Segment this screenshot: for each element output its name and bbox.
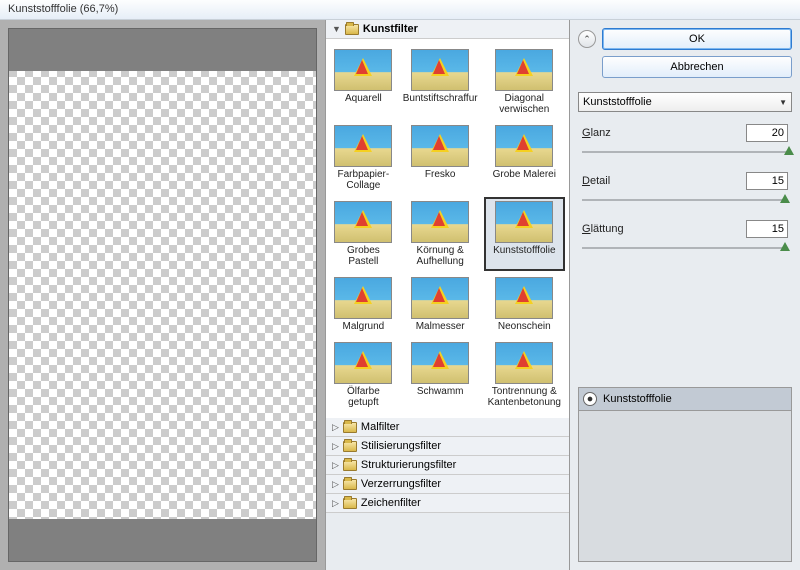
thumb-image xyxy=(334,49,392,91)
thumb-label: Farbpapier-Collage xyxy=(334,169,393,191)
thumb-label: Grobe Malerei xyxy=(488,169,561,180)
thumb-image xyxy=(495,342,553,384)
param-slider[interactable] xyxy=(582,194,788,206)
triangle-right-icon: ▷ xyxy=(332,479,339,490)
thumb-label: Malgrund xyxy=(334,321,393,332)
category-collapsed[interactable]: ▷ Malfilter xyxy=(326,418,569,437)
filter-gallery: ▼ Kunstfilter Aquarell Buntstiftschraffur… xyxy=(325,20,570,570)
category-collapsed[interactable]: ▷ Strukturierungsfilter xyxy=(326,456,569,475)
filter-thumb[interactable]: Grobe Malerei xyxy=(484,121,565,195)
filter-thumb[interactable]: Aquarell xyxy=(330,45,397,119)
thumb-label: Kunststofffolie xyxy=(488,245,561,256)
thumb-label: Ölfarbe getupft xyxy=(334,386,393,408)
window-title: Kunststofffolie (66,7%) xyxy=(0,0,800,20)
param-slider[interactable] xyxy=(582,242,788,254)
thumb-image xyxy=(411,49,469,91)
filter-thumb[interactable]: Malmesser xyxy=(399,273,482,336)
triangle-right-icon: ▷ xyxy=(332,441,339,452)
thumb-image xyxy=(411,201,469,243)
thumb-image xyxy=(411,277,469,319)
triangle-down-icon: ▼ xyxy=(332,24,341,34)
param-label: Glanz xyxy=(582,127,746,139)
filter-thumb[interactable]: Farbpapier-Collage xyxy=(330,121,397,195)
param-input[interactable] xyxy=(746,124,788,142)
thumb-image xyxy=(411,342,469,384)
folder-icon xyxy=(343,498,357,509)
param-row: Glanz xyxy=(578,124,792,142)
dropdown-value: Kunststofffolie xyxy=(583,96,652,108)
cancel-button[interactable]: Abbrechen xyxy=(602,56,792,78)
thumb-label: Buntstiftschraffur xyxy=(403,93,478,104)
controls-pane: ⌃ OK Abbrechen Kunststofffolie ▼ Glanz De… xyxy=(570,20,800,570)
param-slider[interactable] xyxy=(582,146,788,158)
preview-canvas[interactable]: Sl xyxy=(8,28,317,562)
thumb-label: Grobes Pastell xyxy=(334,245,393,267)
param-row: Detail xyxy=(578,172,792,190)
filter-thumb[interactable]: Diagonal verwischen xyxy=(484,45,565,119)
triangle-right-icon: ▷ xyxy=(332,460,339,471)
filter-thumb[interactable]: Buntstiftschraffur xyxy=(399,45,482,119)
thumb-image xyxy=(495,125,553,167)
category-collapsed[interactable]: ▷ Stilisierungsfilter xyxy=(326,437,569,456)
filter-thumb[interactable]: Ölfarbe getupft xyxy=(330,338,397,412)
filter-thumb[interactable]: Malgrund xyxy=(330,273,397,336)
category-kunstfilter[interactable]: ▼ Kunstfilter xyxy=(326,20,569,39)
triangle-right-icon: ▷ xyxy=(332,498,339,509)
layer-row[interactable]: Kunststofffolie xyxy=(579,388,791,411)
filter-thumb[interactable]: Kunststofffolie xyxy=(484,197,565,271)
thumb-image xyxy=(495,201,553,243)
param-label: Detail xyxy=(582,175,746,187)
folder-icon xyxy=(343,441,357,452)
category-collapsed[interactable]: ▷ Zeichenfilter xyxy=(326,494,569,513)
preview-pane: Sl xyxy=(0,20,325,570)
thumb-label: Schwamm xyxy=(403,386,478,397)
param-label: Glättung xyxy=(582,223,746,235)
ok-button[interactable]: OK xyxy=(602,28,792,50)
folder-icon xyxy=(343,460,357,471)
thumb-image xyxy=(411,125,469,167)
param-input[interactable] xyxy=(746,172,788,190)
category-label: Zeichenfilter xyxy=(361,497,421,509)
filter-thumb[interactable]: Körnung & Aufhellung xyxy=(399,197,482,271)
filter-thumb[interactable]: Fresko xyxy=(399,121,482,195)
thumb-image xyxy=(334,342,392,384)
filter-thumb[interactable]: Schwamm xyxy=(399,338,482,412)
category-label: Verzerrungsfilter xyxy=(361,478,441,490)
folder-icon xyxy=(343,422,357,433)
thumb-image xyxy=(495,49,553,91)
thumb-label: Malmesser xyxy=(403,321,478,332)
param-row: Glättung xyxy=(578,220,792,238)
thumb-label: Körnung & Aufhellung xyxy=(403,245,478,267)
triangle-right-icon: ▷ xyxy=(332,422,339,433)
chevron-down-icon: ▼ xyxy=(779,98,787,107)
thumb-image xyxy=(495,277,553,319)
filter-thumb[interactable]: Grobes Pastell xyxy=(330,197,397,271)
thumb-label: Aquarell xyxy=(334,93,393,104)
thumb-image xyxy=(334,201,392,243)
thumb-image xyxy=(334,277,392,319)
thumb-label: Fresko xyxy=(403,169,478,180)
thumb-image xyxy=(334,125,392,167)
category-label: Strukturierungsfilter xyxy=(361,459,456,471)
collapse-button[interactable]: ⌃ xyxy=(578,30,596,48)
category-collapsed[interactable]: ▷ Verzerrungsfilter xyxy=(326,475,569,494)
folder-icon xyxy=(343,479,357,490)
thumb-label: Tontrennung & Kantenbetonung xyxy=(488,386,561,408)
folder-icon xyxy=(345,24,359,35)
category-label: Stilisierungsfilter xyxy=(361,440,441,452)
param-input[interactable] xyxy=(746,220,788,238)
category-label: Kunstfilter xyxy=(363,23,418,35)
category-label: Malfilter xyxy=(361,421,400,433)
effect-layers-panel: Kunststofffolie xyxy=(578,387,792,562)
layer-name: Kunststofffolie xyxy=(603,393,672,405)
thumb-label: Diagonal verwischen xyxy=(488,93,561,115)
filter-thumb[interactable]: Neonschein xyxy=(484,273,565,336)
visibility-icon[interactable] xyxy=(583,392,597,406)
filter-thumb[interactable]: Tontrennung & Kantenbetonung xyxy=(484,338,565,412)
thumb-label: Neonschein xyxy=(488,321,561,332)
filter-dropdown[interactable]: Kunststofffolie ▼ xyxy=(578,92,792,112)
